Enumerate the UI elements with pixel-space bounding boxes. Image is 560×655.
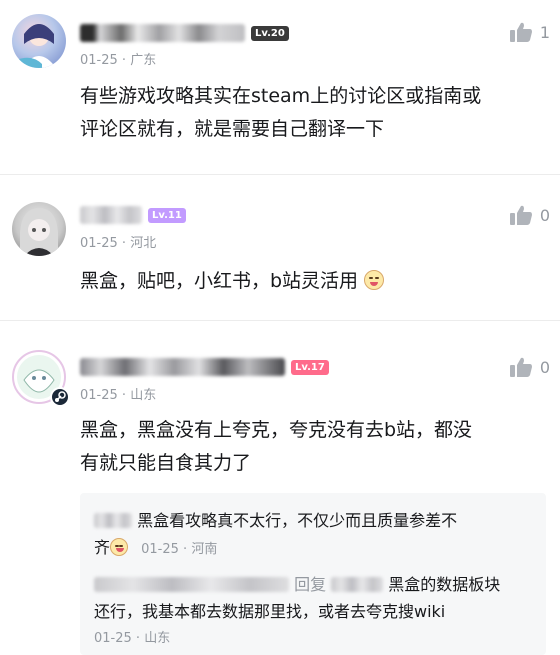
avatar-image <box>20 208 58 256</box>
reply-1[interactable]: 黑盒看攻略真不太行，不仅少而且质量参差不 齐 01-25 · 河南 <box>94 507 534 563</box>
comment-text-line: 黑盒，贴吧，小红书，b站灵活用 <box>80 270 359 292</box>
reply-target-blurred[interactable] <box>331 577 384 592</box>
emoji-icon <box>364 270 385 290</box>
reply-username-blurred[interactable] <box>94 577 289 592</box>
level-badge: Lv.20 <box>251 25 289 41</box>
avatar[interactable] <box>12 202 66 256</box>
meta-separator: · <box>121 388 127 403</box>
like-count: 1 <box>539 22 550 42</box>
reply-text-line: 齐 <box>94 538 111 557</box>
username-blurred[interactable] <box>80 206 142 224</box>
reply-meta: 01-25 · 山东 <box>94 625 534 652</box>
reply-text-line: 还行，我基本都去数据那里找，或者去夸克搜wiki <box>94 602 446 621</box>
reply-date: 01-25 <box>94 631 132 646</box>
comment-location: 广东 <box>130 53 157 68</box>
divider <box>0 174 560 175</box>
thumbs-up-icon <box>509 22 532 42</box>
comment-date: 01-25 <box>80 388 118 403</box>
like-button[interactable]: 1 <box>509 22 550 42</box>
avatar-image <box>16 24 56 68</box>
comment-text-line: 有就只能自食其力了 <box>80 452 252 474</box>
reply-location: 山东 <box>144 631 171 646</box>
reply-label: 回复 <box>294 575 327 594</box>
meta-separator: · <box>121 236 127 251</box>
comment-text-line: 评论区就有，就是需要自己翻译一下 <box>80 118 385 140</box>
like-button[interactable]: 0 <box>509 205 550 225</box>
level-badge: Lv.17 <box>291 359 329 375</box>
meta-separator: · <box>121 53 127 68</box>
reply-2[interactable]: 回复 黑盒的数据板块 还行，我基本都去数据那里找，或者去夸克搜wiki 01-2… <box>94 571 534 652</box>
emoji-icon <box>110 538 129 556</box>
comment-meta: 01-25 · 广东 <box>80 52 156 70</box>
reply-location: 河南 <box>191 542 218 557</box>
meta-separator: · <box>135 631 141 646</box>
steam-badge-icon <box>50 387 70 407</box>
comment-text-line: 黑盒，黑盒没有上夸克，夸克没有去b站，都没 <box>80 419 473 441</box>
comment-text: 黑盒，黑盒没有上夸克，夸克没有去b站，都没 有就只能自食其力了 <box>80 414 535 480</box>
thumbs-up-icon <box>509 357 532 377</box>
comment-meta: 01-25 · 河北 <box>80 235 156 253</box>
comment-meta: 01-25 · 山东 <box>80 387 156 405</box>
level-badge: Lv.11 <box>148 207 186 223</box>
comment-date: 01-25 <box>80 53 118 68</box>
name-row: Lv.17 <box>80 357 329 377</box>
name-row: Lv.11 <box>80 205 186 225</box>
reply-text-line: 黑盒看攻略真不太行，不仅少而且质量参差不 <box>137 511 458 530</box>
reply-text-line: 黑盒的数据板块 <box>388 575 501 594</box>
comment-location: 山东 <box>130 388 157 403</box>
like-count: 0 <box>539 205 550 225</box>
username-blurred[interactable] <box>80 24 245 42</box>
reply-section: 黑盒看攻略真不太行，不仅少而且质量参差不 齐 01-25 · 河南 回复 黑盒的… <box>80 493 546 655</box>
reply-meta: 01-25 · 河南 <box>141 542 217 557</box>
comment-text: 黑盒，贴吧，小红书，b站灵活用 <box>80 265 535 298</box>
like-button[interactable]: 0 <box>509 357 550 377</box>
comment-location: 河北 <box>130 236 157 251</box>
like-count: 0 <box>539 357 550 377</box>
divider <box>0 320 560 321</box>
comment-date: 01-25 <box>80 236 118 251</box>
meta-separator: · <box>183 542 188 557</box>
name-row: Lv.20 <box>80 23 289 43</box>
comment-text: 有些游戏攻略其实在steam上的讨论区或指南或 评论区就有，就是需要自己翻译一下 <box>80 80 535 146</box>
comment-text-line: 有些游戏攻略其实在steam上的讨论区或指南或 <box>80 85 482 107</box>
thumbs-up-icon <box>509 205 532 225</box>
reply-username-blurred[interactable] <box>94 513 132 528</box>
avatar[interactable] <box>12 14 66 68</box>
username-blurred[interactable] <box>80 358 285 376</box>
reply-date: 01-25 <box>141 542 179 557</box>
